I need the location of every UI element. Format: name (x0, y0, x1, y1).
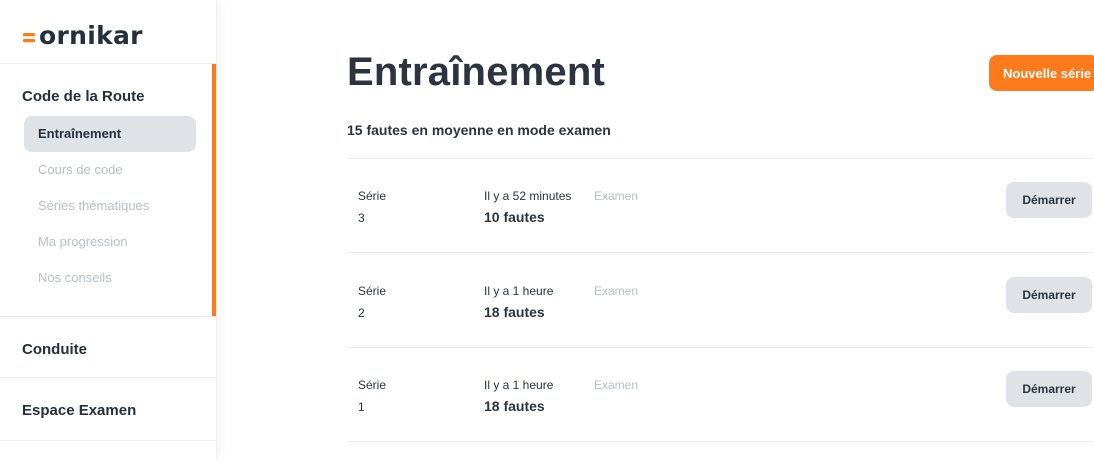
series-row: Série 3 Il y a 52 minutes Examen 10 faut… (347, 159, 1094, 253)
active-section-indicator (212, 64, 216, 316)
series-row: Série 2 Il y a 1 heure Examen 18 fautes … (347, 254, 1094, 348)
row-divider (347, 252, 1094, 253)
serie-label: Série (358, 284, 387, 298)
new-series-button[interactable]: Nouvelle série (989, 55, 1094, 91)
sidebar: ornikar Code de la Route Entraînement Co… (0, 0, 217, 460)
series-faults: 18 fautes (484, 304, 545, 320)
start-button[interactable]: Démarrer (1006, 277, 1092, 313)
sidebar-section-espace-examen[interactable]: Espace Examen (22, 402, 136, 419)
sidebar-section-code-de-la-route[interactable]: Code de la Route (22, 88, 145, 105)
series-mode: Examen (594, 189, 639, 203)
series-mode: Examen (594, 378, 639, 392)
sidebar-divider (0, 377, 216, 378)
sidebar-section-conduite[interactable]: Conduite (22, 341, 87, 358)
serie-number: 1 (358, 400, 365, 414)
series-time: Il y a 1 heure (484, 284, 554, 298)
ornikar-logo-mark-icon (22, 31, 36, 45)
row-divider (347, 441, 1094, 442)
serie-label: Série (358, 189, 387, 203)
sidebar-divider (0, 316, 216, 317)
sidebar-item-cours-de-code[interactable]: Cours de code (24, 152, 196, 188)
average-faults-summary: 15 fautes en moyenne en mode examen (347, 122, 611, 138)
series-faults: 18 fautes (484, 398, 545, 414)
start-button[interactable]: Démarrer (1006, 182, 1092, 218)
logo-text: ornikar (39, 20, 143, 50)
series-row: Série 1 Il y a 1 heure Examen 18 fautes … (347, 348, 1094, 442)
sidebar-divider (0, 440, 216, 441)
sidebar-item-nos-conseils[interactable]: Nos conseils (24, 260, 196, 296)
sidebar-divider (0, 63, 216, 64)
sidebar-item-entrainement[interactable]: Entraînement (24, 116, 196, 152)
sidebar-item-ma-progression[interactable]: Ma progression (24, 224, 196, 260)
serie-number: 3 (358, 211, 365, 225)
page-title: Entraînement (347, 50, 606, 94)
series-time: Il y a 1 heure (484, 378, 554, 392)
serie-number: 2 (358, 306, 365, 320)
series-faults: 10 fautes (484, 209, 545, 225)
series-mode: Examen (594, 284, 639, 298)
serie-label: Série (358, 378, 387, 392)
sidebar-item-series-thematiques[interactable]: Séries thématiques (24, 188, 196, 224)
ornikar-logo[interactable]: ornikar (22, 18, 143, 52)
start-button[interactable]: Démarrer (1006, 371, 1092, 407)
series-time: Il y a 52 minutes (484, 189, 572, 203)
